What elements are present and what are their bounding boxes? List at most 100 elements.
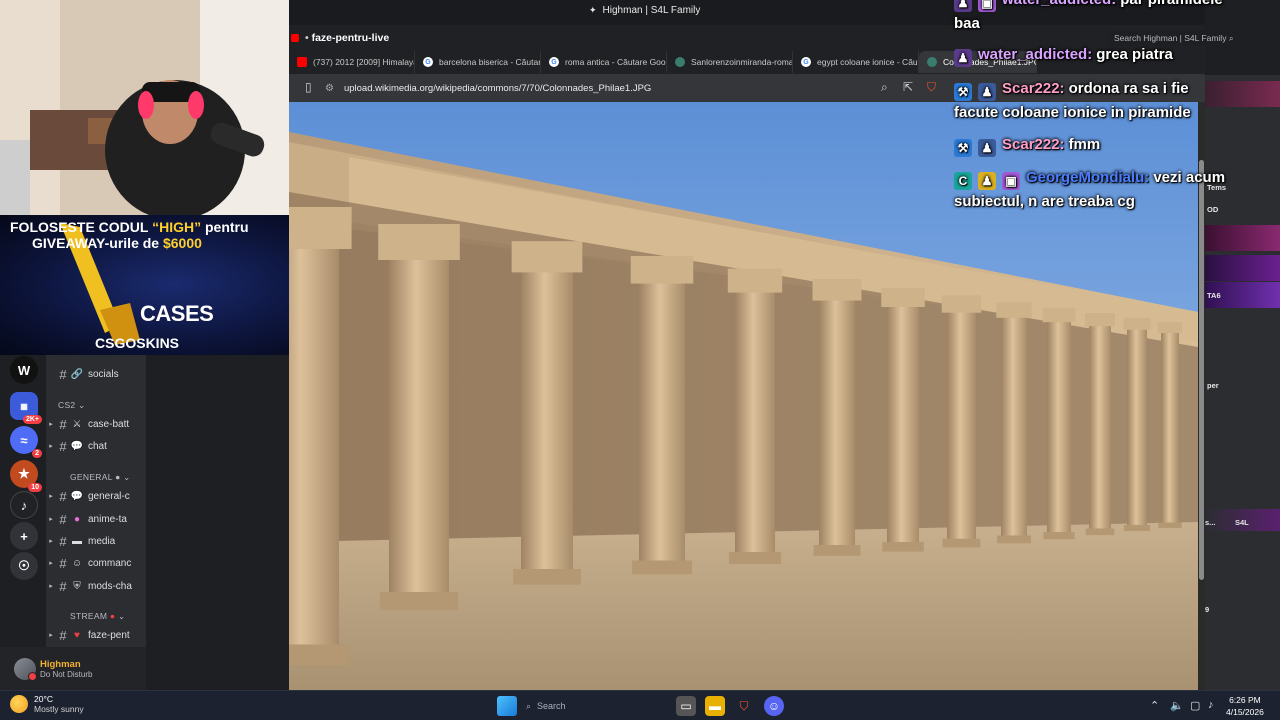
- user-panel[interactable]: Highman Do Not Disturb: [0, 647, 146, 690]
- clock[interactable]: 6:26 PM 4/15/2026: [1226, 694, 1264, 718]
- column-shaft: [289, 242, 339, 662]
- column-shaft: [521, 267, 573, 582]
- server-icon-wave[interactable]: ≈2: [10, 426, 42, 458]
- promo-cases-label: CASES: [140, 301, 214, 326]
- badge-icon: ♟: [954, 0, 972, 12]
- youtube-icon: [297, 57, 307, 67]
- column-capital: [289, 207, 352, 249]
- column-shaft: [1001, 315, 1027, 542]
- taskbar-search[interactable]: ⌕ Search: [526, 697, 646, 715]
- brave-browser-icon[interactable]: ⛉: [734, 696, 754, 716]
- category-general[interactable]: GENERAL ● ⌄: [70, 472, 131, 483]
- hash-icon: #: [59, 578, 67, 594]
- channel-list: # 🔗 socials CS2 ⌄ ▸ # ⚔ case-batt ▸ # 💬 ch…: [46, 355, 146, 647]
- column-shaft: [639, 279, 685, 572]
- member-label: s...: [1205, 518, 1216, 527]
- column-shaft: [819, 297, 855, 554]
- channel-anime-talk[interactable]: ▸ # ● anime-ta: [46, 509, 146, 529]
- channel-general-chat[interactable]: ▸ # 💬 general-c: [46, 486, 146, 506]
- hash-icon: #: [59, 438, 67, 454]
- webcam-overlay: [0, 0, 289, 215]
- speech-icon: 💬: [70, 440, 84, 452]
- hash-icon: #: [59, 511, 67, 527]
- google-icon: G: [423, 57, 433, 67]
- task-view-icon[interactable]: ▭: [676, 696, 696, 716]
- site-info-icon[interactable]: ⚙: [325, 83, 334, 94]
- discord-app-icon[interactable]: ☺: [764, 696, 784, 716]
- channel-socials[interactable]: # 🔗 socials: [46, 364, 146, 384]
- tab-youtube[interactable]: (737) 2012 [2009] Himalaya: [289, 51, 415, 73]
- link-icon: 🔗: [70, 368, 84, 380]
- member-label: TA6: [1207, 291, 1221, 300]
- search-icon: ⌕: [1228, 33, 1234, 43]
- column-shaft: [1047, 319, 1071, 538]
- share-icon[interactable]: ⇱: [903, 80, 913, 94]
- discord-search-input[interactable]: Search Highman | S4L Family ⌕: [1108, 30, 1273, 46]
- column-base: [1085, 528, 1115, 536]
- tab-roma[interactable]: Groma antica - Căutare Google: [541, 51, 667, 73]
- tab-sanlorenzo[interactable]: Sanlorenzoinmiranda-roma: [667, 51, 793, 73]
- brave-shield-icon[interactable]: ⛉: [927, 80, 936, 95]
- channel-media[interactable]: ▸ # ▬ media: [46, 531, 146, 551]
- pickaxe-icon: ⚒: [954, 139, 972, 157]
- column-base: [942, 538, 981, 548]
- column-capital: [996, 302, 1032, 318]
- google-icon: G: [549, 57, 559, 67]
- column-shaft: [1089, 324, 1111, 534]
- gift-icon: ▣: [978, 0, 996, 12]
- swords-icon: ⚔: [72, 418, 82, 430]
- add-server-icon[interactable]: +: [10, 522, 38, 550]
- hash-icon: #: [59, 366, 67, 382]
- windows-start-icon[interactable]: [497, 696, 517, 716]
- wikimedia-icon: [927, 57, 937, 67]
- channel-case-battle[interactable]: ▸ # ⚔ case-batt: [46, 414, 146, 434]
- server-icon-music[interactable]: ♪: [10, 491, 38, 519]
- channel-faze-pentru-live[interactable]: ▸ # ♥ faze-pent: [46, 625, 146, 645]
- monitor-icon[interactable]: ▢: [1190, 699, 1200, 712]
- tab-barcelona[interactable]: Gbarcelona biserica - Căutare: [415, 51, 541, 73]
- tab-egypt[interactable]: Gegypt coloane ionice - Căutare: [793, 51, 919, 73]
- file-explorer-icon[interactable]: ▬: [705, 696, 725, 716]
- column-capital: [1085, 313, 1115, 327]
- shield-icon: ⛨: [73, 580, 81, 592]
- badge-icon: ♟: [954, 49, 972, 67]
- server-icon-star[interactable]: ★ 10: [10, 460, 42, 492]
- server-icon-w[interactable]: W: [10, 356, 38, 384]
- pickaxe-icon: ⚒: [954, 83, 972, 101]
- channel-chat[interactable]: ▸ # 💬 chat: [46, 436, 146, 456]
- avatar[interactable]: [14, 657, 37, 681]
- hash-icon: #: [59, 533, 67, 549]
- sun-icon: [10, 695, 28, 713]
- column-capital: [378, 224, 460, 260]
- column-shaft: [947, 309, 976, 546]
- server-icon-grid[interactable]: ▦ 2K+: [10, 392, 42, 424]
- hash-icon: #: [59, 416, 67, 432]
- bookmark-icon[interactable]: ▯: [305, 80, 312, 94]
- badge-icon: ♟: [978, 83, 996, 101]
- hash-icon: #: [59, 555, 67, 571]
- url-bar[interactable]: ⚙ upload.wikimedia.org/wikipedia/commons…: [325, 77, 845, 99]
- taskbar: 20°C Mostly sunny ⌕ Search ▭ ▬ ⛉ ☺ ⌃ 🔈 ▢ …: [0, 690, 1280, 720]
- zoom-icon[interactable]: ⌕: [881, 80, 888, 95]
- member-row[interactable]: [1205, 255, 1280, 281]
- volume-icon[interactable]: ♪: [1208, 699, 1214, 711]
- gift-icon: ▣: [1002, 172, 1020, 190]
- discover-icon[interactable]: ☉: [10, 552, 38, 580]
- column-shaft: [735, 288, 775, 562]
- category-stream[interactable]: STREAM ● ⌄: [70, 611, 125, 622]
- speaker-icon[interactable]: 🔈: [1170, 699, 1184, 712]
- promo-skins-logo: CSGOSKINS: [95, 335, 180, 351]
- chat-message: ⚒ ♟ Scar222: ordona ra sa i fie facute coloa…: [954, 80, 1191, 121]
- weather-widget[interactable]: 20°C Mostly sunny: [10, 694, 84, 714]
- webcam-feed: [0, 0, 289, 215]
- tray-chevron-icon[interactable]: ⌃: [1150, 699, 1159, 712]
- channel-commands[interactable]: ▸ # ☺ commanc: [46, 553, 146, 573]
- heart-icon: ♥: [74, 629, 80, 641]
- category-cs2[interactable]: CS2 ⌄: [58, 400, 86, 411]
- hash-icon: #: [59, 488, 67, 504]
- column-base: [1158, 522, 1182, 528]
- column-capital: [630, 256, 694, 284]
- channel-mods-chat[interactable]: ▸ # ⛨ mods-cha: [46, 576, 146, 596]
- chat-message: ♟ water_addicted: grea piatra: [954, 43, 1254, 67]
- film-icon: ▬: [72, 535, 82, 547]
